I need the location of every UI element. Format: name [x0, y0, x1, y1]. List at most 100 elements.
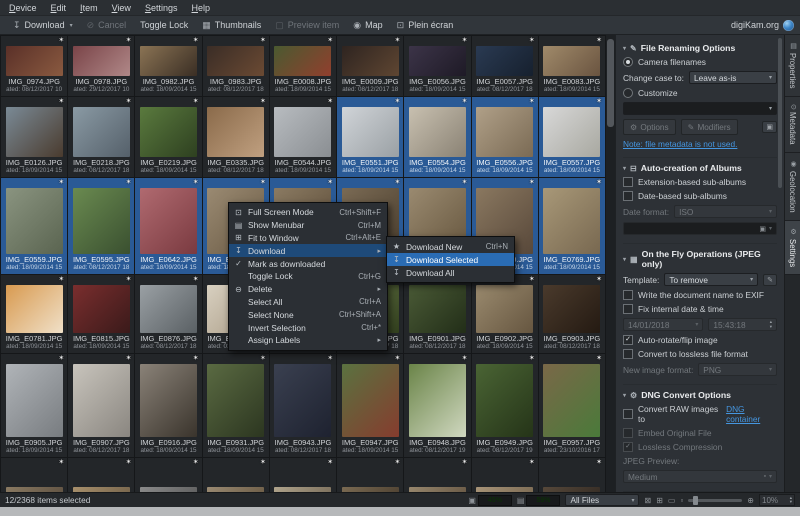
thumbnail-cell-img-e0057-jpg[interactable]: ✶IMG_E0057.JPGated: 08/12/2017 18	[472, 36, 538, 96]
thumbnail-cell-img-e0219-jpg[interactable]: ✶IMG_E0219.JPGated: 18/09/2014 15	[135, 97, 201, 177]
thumbnail-cell-img-e0126-jpg[interactable]: ✶IMG_E0126.JPGated: 18/09/2014 15	[1, 97, 67, 177]
checkbox-date-based-sub-albums[interactable]: Date-based sub-albums	[623, 191, 777, 201]
thumbnail-cell-img-e0943-jpg[interactable]: ✶IMG_E0943.JPGated: 08/12/2017 18	[270, 354, 336, 457]
thumbnail-cell[interactable]: ✶	[539, 458, 605, 492]
side-tab-metadata[interactable]: ⊙Metadata	[785, 97, 800, 153]
toolbar-download-button[interactable]: ↧Download▾	[6, 18, 80, 33]
toolbar-map-button[interactable]: ◉Map	[346, 18, 389, 33]
preview-size-icon[interactable]: ▫	[764, 473, 766, 480]
menubar-item-device[interactable]: Device	[2, 1, 44, 15]
thumbnail-cell-img-e0769-jpg[interactable]: ✶IMG_E0769.JPGated: 18/09/2014 15	[539, 178, 605, 274]
thumbnail-cell-img-0982-jpg[interactable]: ✶IMG_0982.JPGated: 18/09/2014 15	[135, 36, 201, 96]
zoom-fit-icon[interactable]: ⊞	[656, 496, 663, 505]
thumbnail-cell[interactable]: ✶	[472, 458, 538, 492]
menubar-item-help[interactable]: Help	[184, 1, 217, 15]
menu-item-fit-to-window[interactable]: ⊞Fit to WindowCtrl+Alt+E	[229, 232, 387, 245]
thumbnail-cell-img-0983-jpg[interactable]: ✶IMG_0983.JPGated: 08/12/2017 18	[203, 36, 269, 96]
radio-camera-filenames[interactable]: Camera filenames	[623, 57, 777, 67]
thumbnail-cell[interactable]: ✶	[270, 458, 336, 492]
zoom-in-icon[interactable]: ⊕	[747, 496, 754, 505]
slider-thumb[interactable]	[693, 496, 698, 505]
side-tab-settings[interactable]: ⚙Settings	[785, 221, 800, 275]
thumbnail-cell-img-e0559-jpg[interactable]: ✶IMG_E0559.JPGated: 18/09/2014 15	[1, 178, 67, 274]
thumbnail-cell-img-0978-jpg[interactable]: ✶IMG_0978.JPGated: 29/12/2017 10	[68, 36, 134, 96]
sidebar-scrollbar[interactable]	[778, 38, 782, 188]
thumbnail-cell-img-e0557-jpg[interactable]: ✶IMG_E0557.JPGated: 18/09/2014 15	[539, 97, 605, 177]
submenu-item-download-selected[interactable]: ↧Download Selected	[387, 253, 514, 266]
menu-item-select-none[interactable]: Select NoneCtrl+Shift+A	[229, 308, 387, 321]
metadata-note-link[interactable]: Note: file metadata is not used.	[623, 139, 737, 149]
checkbox-lossless-compression[interactable]: ✓Lossless Compression	[623, 442, 777, 452]
checkbox-extension-based-sub-albums[interactable]: Extension-based sub-albums	[623, 177, 777, 187]
thumbnail-cell[interactable]: ✶	[1, 458, 67, 492]
thumbnail-cell-img-e0056-jpg[interactable]: ✶IMG_E0056.JPGated: 18/09/2014 15	[404, 36, 470, 96]
menu-item-toggle-lock[interactable]: Toggle LockCtrl+G	[229, 270, 387, 283]
toolbar-fullscreen-button[interactable]: ⊡Plein écran	[390, 18, 461, 33]
thumbnail-cell-img-e0947-jpg[interactable]: ✶IMG_E0947.JPGated: 18/09/2014 15	[337, 354, 403, 457]
small-thumbs-icon[interactable]: ▫	[680, 496, 683, 505]
thumbnail-cell-img-e0815-jpg[interactable]: ✶IMG_E0815.JPGated: 18/09/2014 15	[68, 275, 134, 353]
link-dng-container[interactable]: DNG container	[726, 404, 777, 424]
thumbnail-cell-img-e0931-jpg[interactable]: ✶IMG_E0931.JPGated: 18/09/2014 15	[203, 354, 269, 457]
thumbnail-cell-img-e0901-jpg[interactable]: ✶IMG_E0901.JPGated: 08/12/2017 18	[404, 275, 470, 353]
thumbnail-cell-img-e0948-jpg[interactable]: ✶IMG_E0948.JPGated: 08/12/2017 19	[404, 354, 470, 457]
zoom-level-spinbox[interactable]: 10%▴▾	[759, 494, 795, 506]
checkbox-fix-internal-date-time[interactable]: Fix internal date & time	[623, 304, 777, 314]
checkbox-auto-rotate-flip-image[interactable]: ✓Auto-rotate/flip image	[623, 335, 777, 345]
insert-token-icon[interactable]: ▣	[759, 225, 766, 233]
section-header-on-the-fly-operations-jpeg-only[interactable]: ▾▦On the Fly Operations (JPEG only)	[623, 249, 777, 269]
toolbar-thumbnails-button[interactable]: ▦Thumbnails	[195, 18, 268, 33]
thumbnail-cell-img-e0905-jpg[interactable]: ✶IMG_E0905.JPGated: 18/09/2014 15	[1, 354, 67, 457]
thumbnail-size-slider[interactable]	[688, 499, 742, 502]
thumbnail-cell[interactable]: ✶	[337, 458, 403, 492]
thumbnail-cell-img-e0907-jpg[interactable]: ✶IMG_E0907.JPGated: 08/12/2017 18	[68, 354, 134, 457]
thumbnail-cell-img-e0556-jpg[interactable]: ✶IMG_E0556.JPGated: 18/09/2014 15	[472, 97, 538, 177]
menu-item-download[interactable]: ↧Download▸	[229, 244, 387, 257]
menubar-item-view[interactable]: View	[105, 1, 138, 15]
combo-field[interactable]: ▾	[623, 102, 777, 115]
thumbnail-cell-img-e0876-jpg[interactable]: ✶IMG_E0876.JPGated: 08/12/2017 18	[135, 275, 201, 353]
thumbnail-cell-img-e0335-jpg[interactable]: ✶IMG_E0335.JPGated: 08/12/2017 18	[203, 97, 269, 177]
thumbnail-cell-img-e0218-jpg[interactable]: ✶IMG_E0218.JPGated: 08/12/2017 18	[68, 97, 134, 177]
toolbar-toggle-lock-button[interactable]: Toggle Lock	[133, 18, 195, 32]
thumbnail-cell-img-e0916-jpg[interactable]: ✶IMG_E0916.JPGated: 18/09/2014 15	[135, 354, 201, 457]
grid-scrollbar[interactable]	[606, 35, 615, 492]
menu-item-delete[interactable]: ⊖Delete▸	[229, 283, 387, 296]
thumbnail-cell-img-e0781-jpg[interactable]: ✶IMG_E0781.JPGated: 18/09/2014 15	[1, 275, 67, 353]
section-header-dng-convert-options[interactable]: ▾⚙DNG Convert Options	[623, 390, 777, 400]
combo-change-case-to[interactable]: Leave as-is▾	[689, 71, 777, 84]
menu-item-invert-selection[interactable]: Invert SelectionCtrl+*	[229, 321, 387, 334]
thumbnail-cell-img-e0957-jpg[interactable]: ✶IMG_E0957.JPGated: 23/10/2016 17	[539, 354, 605, 457]
radio-customize[interactable]: Customize	[623, 88, 777, 98]
grid-scrollbar-thumb[interactable]	[607, 39, 614, 127]
thumbnail-cell-img-e0595-jpg[interactable]: ✶IMG_E0595.JPGated: 08/12/2017 18	[68, 178, 134, 274]
combo-template[interactable]: To remove▾	[664, 273, 758, 286]
menu-item-full-screen-mode[interactable]: ⊡Full Screen ModeCtrl+Shift+F	[229, 206, 387, 219]
file-filter-combo[interactable]: All Files▾	[565, 494, 639, 506]
fit-select-icon[interactable]: ⊠	[644, 496, 651, 505]
thumbnail-cell-img-e0083-jpg[interactable]: ✶IMG_E0083.JPGated: 18/09/2014 15	[539, 36, 605, 96]
insert-token-icon[interactable]: ▣	[762, 121, 777, 133]
thumbnail-cell-img-e0544-jpg[interactable]: ✶IMG_E0544.JPGated: 18/09/2014 15	[270, 97, 336, 177]
menu-item-mark-as-downloaded[interactable]: ✓Mark as downloaded	[229, 257, 387, 270]
menubar-item-item[interactable]: Item	[73, 1, 105, 15]
side-tab-geolocation[interactable]: ◉Geolocation	[785, 153, 800, 221]
thumbnail-cell-img-e0008-jpg[interactable]: ✶IMG_E0008.JPGated: 18/09/2014 15	[270, 36, 336, 96]
side-tab-properties[interactable]: ▤Properties	[785, 35, 800, 97]
checkbox-write-the-document-name-to-exif[interactable]: Write the document name to EXIF	[623, 290, 777, 300]
thumbnail-cell[interactable]: ✶	[404, 458, 470, 492]
section-header-auto-creation-of-albums[interactable]: ▾⊟Auto-creation of Albums	[623, 163, 777, 173]
thumbnail-cell-img-e0902-jpg[interactable]: ✶IMG_E0902.JPGated: 18/09/2014 15	[472, 275, 538, 353]
menubar-item-settings[interactable]: Settings	[138, 1, 185, 15]
menu-item-assign-labels[interactable]: Assign Labels▸	[229, 334, 387, 347]
thumbnail-cell-img-e0949-jpg[interactable]: ✶IMG_E0949.JPGated: 08/12/2017 19	[472, 354, 538, 457]
section-header-file-renaming-options[interactable]: ▾✎File Renaming Options	[623, 43, 777, 53]
menu-item-show-menubar[interactable]: ▤Show MenubarCtrl+M	[229, 219, 387, 232]
thumbnail-cell-img-e0009-jpg[interactable]: ✶IMG_E0009.JPGated: 08/12/2017 18	[337, 36, 403, 96]
thumbnail-cell[interactable]: ✶	[203, 458, 269, 492]
thumbnail-cell-img-e0903-jpg[interactable]: ✶IMG_E0903.JPGated: 08/12/2017 18	[539, 275, 605, 353]
menu-item-select-all[interactable]: Select AllCtrl+A	[229, 296, 387, 309]
thumbnail-cell[interactable]: ✶	[135, 458, 201, 492]
thumbnail-cell-img-0974-jpg[interactable]: ✶IMG_0974.JPGated: 08/12/2017 10	[1, 36, 67, 96]
thumbnail-cell-img-e0642-jpg[interactable]: ✶IMG_E0642.JPGated: 18/09/2014 15	[135, 178, 201, 274]
